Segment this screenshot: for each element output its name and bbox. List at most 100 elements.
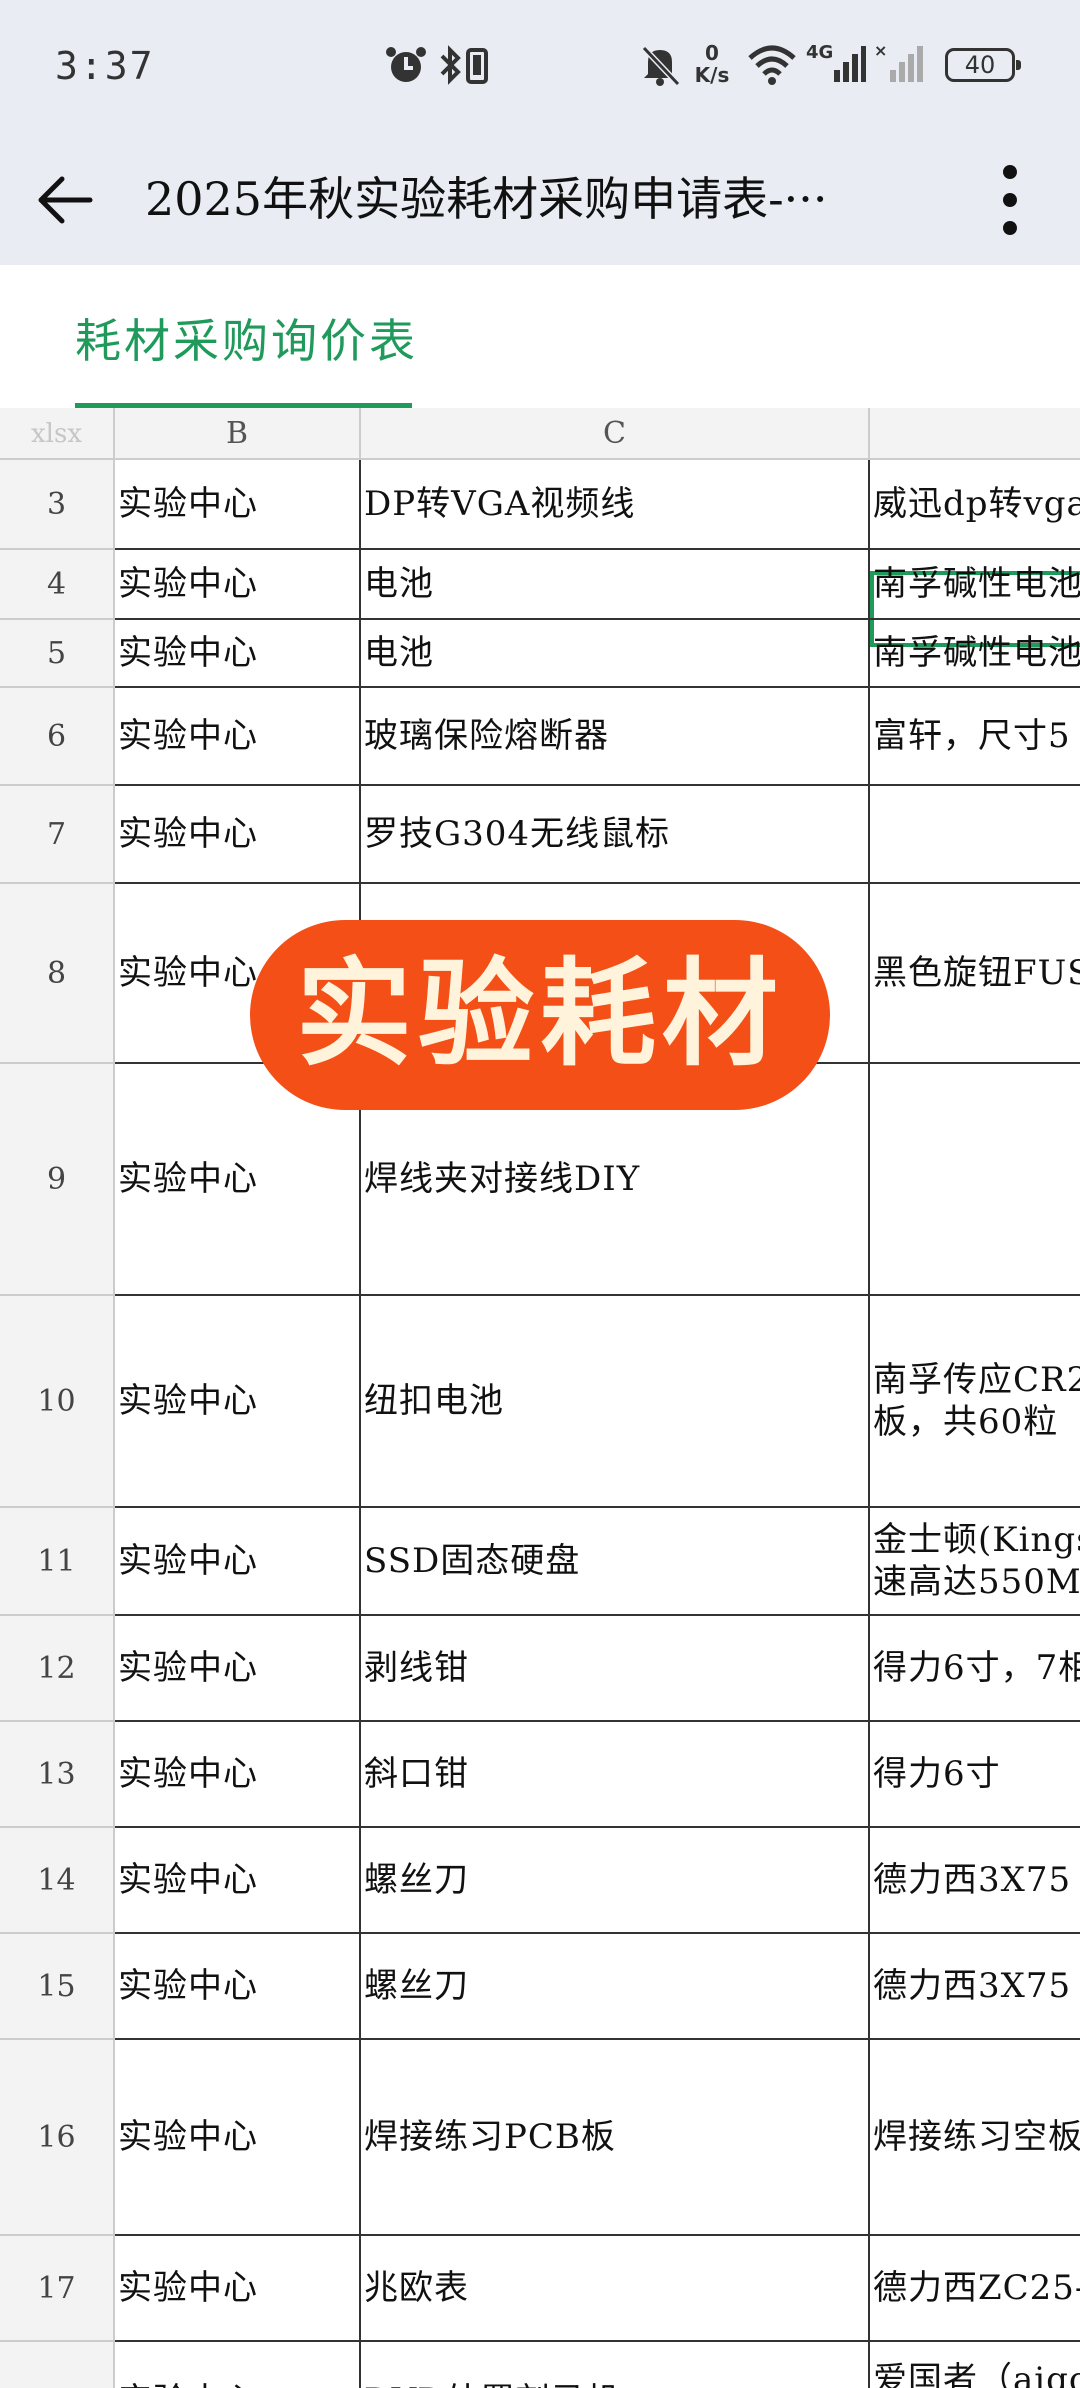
cell-text: 螺丝刀 [364, 1966, 469, 2006]
row-header[interactable]: 4 [0, 550, 115, 620]
column-header-b[interactable]: B [115, 408, 361, 460]
spreadsheet-grid[interactable]: xlsx B C 3 实验中心 DP转VGA视频线 威迅dp转vga 4 实验中心 电池 南孚… [0, 408, 1080, 2388]
signal-icon: × [874, 41, 923, 82]
cell-col-c[interactable]: 螺丝刀 [361, 1934, 870, 2040]
cell-text: 德力西3X75 [873, 1860, 1072, 1900]
cell-col-d[interactable]: 焊接练习空板 [870, 2040, 1080, 2236]
row-header[interactable]: 3 [0, 460, 115, 550]
cell-text: 威迅dp转vga [873, 484, 1080, 524]
cell-col-c[interactable]: 罗技G304无线鼠标 [361, 786, 870, 884]
cell-col-d[interactable]: 金士顿(Kings 速高达550M [870, 1508, 1080, 1616]
cell-text: SSD固态硬盘 [364, 1541, 581, 1581]
cell-col-b[interactable]: 实验中心 [115, 460, 361, 550]
cell-col-c[interactable]: SSD固态硬盘 [361, 1508, 870, 1616]
cell-text: 南孚碱性电池 [873, 564, 1080, 604]
cell-col-c[interactable]: DP转VGA视频线 [361, 460, 870, 550]
cell-col-c[interactable]: 纽扣电池 [361, 1296, 870, 1508]
cell-col-b[interactable]: 实验中心 [115, 2342, 361, 2388]
row-header[interactable]: 7 [0, 786, 115, 884]
cell-text: 罗技G304无线鼠标 [364, 814, 671, 854]
row-header[interactable]: 17 [0, 2236, 115, 2342]
row-header[interactable]: 12 [0, 1616, 115, 1722]
cell-col-c[interactable]: 螺丝刀 [361, 1828, 870, 1934]
cell-col-b[interactable]: 实验中心 [115, 2236, 361, 2342]
cell-col-b[interactable]: 实验中心 [115, 2040, 361, 2236]
cell-col-b[interactable]: 实验中心 [115, 1828, 361, 1934]
cell-col-d[interactable] [870, 1064, 1080, 1296]
row-header[interactable]: 5 [0, 620, 115, 688]
cell-col-d[interactable] [870, 786, 1080, 884]
cell-col-c[interactable]: 斜口钳 [361, 1722, 870, 1828]
row-header[interactable]: 14 [0, 1828, 115, 1934]
cell-col-c[interactable]: 剥线钳 [361, 1616, 870, 1722]
cell-col-c[interactable]: 兆欧表 [361, 2236, 870, 2342]
row-header[interactable]: 8 [0, 884, 115, 1064]
cell-col-b[interactable]: 实验中心 [115, 1616, 361, 1722]
cell-text: 富轩，尺寸5 [873, 716, 1071, 756]
cell-text: 实验中心 [118, 1541, 258, 1581]
more-vertical-icon[interactable] [985, 160, 1035, 240]
row-header[interactable]: 9 [0, 1064, 115, 1296]
tab-sheet[interactable]: 耗材采购询价表 [75, 305, 418, 371]
column-header-d[interactable] [870, 408, 1080, 460]
cell-text: 德力西ZC25- [873, 2268, 1080, 2308]
row-header[interactable]: 11 [0, 1508, 115, 1616]
row-header[interactable]: 18 [0, 2342, 115, 2388]
cell-col-d[interactable]: 南孚传应CR2 板，共60粒 [870, 1296, 1080, 1508]
alarm-icon [386, 47, 426, 82]
cell-col-c[interactable]: 玻璃保险熔断器 [361, 688, 870, 786]
row-header[interactable]: 10 [0, 1296, 115, 1508]
back-arrow-icon[interactable] [30, 165, 100, 235]
cell-col-c[interactable]: DVD外置刻录机 [361, 2342, 870, 2388]
cell-text: DVD外置刻录机 [364, 2380, 620, 2388]
cell-text: 实验中心 [118, 1966, 258, 2006]
cell-col-d[interactable]: 爱国者（aigo 高） [870, 2342, 1080, 2388]
cell-col-d[interactable]: 德力西3X75 [870, 1934, 1080, 2040]
cell-col-d[interactable]: 威迅dp转vga [870, 460, 1080, 550]
cell-col-b[interactable]: 实验中心 [115, 1934, 361, 2040]
cell-col-c[interactable]: 电池 [361, 620, 870, 688]
cell-col-d[interactable]: 富轩，尺寸5 [870, 688, 1080, 786]
cell-text: 实验中心 [118, 633, 258, 673]
cell-col-c[interactable]: 焊接练习PCB板 [361, 2040, 870, 2236]
cell-col-d[interactable]: 德力西3X75 [870, 1828, 1080, 1934]
wifi-icon [748, 45, 796, 85]
cell-col-b[interactable]: 实验中心 [115, 1508, 361, 1616]
cell-col-d[interactable]: 得力6寸 [870, 1722, 1080, 1828]
row-header[interactable]: 6 [0, 688, 115, 786]
cell-text: 实验中心 [118, 814, 258, 854]
svg-text:4G: 4G [806, 42, 833, 63]
cell-text: 实验中心 [118, 1159, 258, 1199]
cell-text: 螺丝刀 [364, 1860, 469, 1900]
cell-col-d[interactable]: 南孚碱性电池 [870, 620, 1080, 688]
sheet-tab-bar: 耗材采购询价表 [0, 265, 1080, 408]
cell-col-d[interactable]: 南孚碱性电池 [870, 550, 1080, 620]
cell-text: 实验中心 [118, 1754, 258, 1794]
cell-col-b[interactable]: 实验中心 [115, 1296, 361, 1508]
cell-text: 焊接练习空板 [873, 2117, 1080, 2157]
row-header[interactable]: 15 [0, 1934, 115, 2040]
cell-col-b[interactable]: 实验中心 [115, 1722, 361, 1828]
cell-text: 剥线钳 [364, 1648, 469, 1688]
cell-col-b[interactable]: 实验中心 [115, 620, 361, 688]
cell-text: 得力6寸，7相 [873, 1648, 1080, 1688]
cell-text: 实验中心 [118, 2380, 258, 2388]
row-header[interactable]: 16 [0, 2040, 115, 2236]
cell-col-b[interactable]: 实验中心 [115, 688, 361, 786]
cell-text: 焊接练习PCB板 [364, 2117, 616, 2157]
cell-text: 实验中心 [118, 564, 258, 604]
cell-text: 实验中心 [118, 953, 258, 993]
cell-col-b[interactable]: 实验中心 [115, 550, 361, 620]
cell-col-d[interactable]: 得力6寸，7相 [870, 1616, 1080, 1722]
cell-text: 黑色旋钮FUS [873, 953, 1080, 993]
cell-text: 实验中心 [118, 1860, 258, 1900]
cell-col-b[interactable]: 实验中心 [115, 786, 361, 884]
network-speed: 0 K/s [690, 42, 734, 86]
cell-col-d[interactable]: 德力西ZC25- [870, 2236, 1080, 2342]
cell-col-d[interactable]: 黑色旋钮FUS [870, 884, 1080, 1064]
cell-text: 玻璃保险熔断器 [364, 716, 609, 756]
cell-col-c[interactable]: 电池 [361, 550, 870, 620]
column-header-c[interactable]: C [361, 408, 870, 460]
corner-header[interactable]: xlsx [0, 408, 115, 460]
row-header[interactable]: 13 [0, 1722, 115, 1828]
